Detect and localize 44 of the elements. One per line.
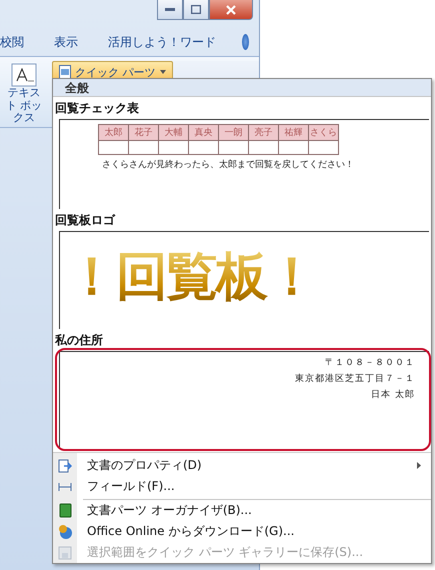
table-cell: 一朗 [218,124,248,140]
menu-item[interactable]: Office Online からダウンロード(G)... [53,521,431,542]
table-cell: 大輔 [158,124,188,140]
ribbon-tab[interactable]: 活用しよう！ワード [104,32,220,52]
gallery-section-title: 回覧チェック表 [54,100,140,117]
text-box-button[interactable]: テキスト ボックス [0,61,48,127]
building-block-preview[interactable]: 太郎 花子 大輔 真央 一朗 亮子 祐輝 さくら さくらさんが見終わったら、太郎まで回覧を戻してください！ [59,119,429,209]
address-line: 東京都港区芝五丁目７－１ [295,372,415,385]
text-box-icon [11,63,37,87]
caret-icon [160,70,166,74]
note-text: さくらさんが見終わったら、太郎まで回覧を戻してください！ [102,158,355,171]
minimize-button[interactable] [157,0,183,20]
ribbon-tab[interactable]: 校閲 [0,32,28,52]
ribbon-tab[interactable]: 表示 [50,32,82,52]
table-cell [158,140,188,154]
maximize-button[interactable] [183,0,209,20]
table-cell: さくら [308,124,338,140]
table-cell: 祐輝 [278,124,308,140]
document-arrow-icon [58,458,72,472]
field-icon [58,482,72,492]
table-cell [308,140,338,154]
table-cell: 亮子 [248,124,278,140]
menu-item[interactable]: 文書パーツ オーガナイザ(B)... [53,500,431,521]
close-icon [226,4,236,14]
table-cell: 花子 [128,124,158,140]
table-cell [98,140,128,154]
maximize-icon [191,5,201,14]
table-cell: 真央 [188,124,218,140]
table-cell [128,140,158,154]
address-line: 日本 太郎 [371,388,415,401]
gallery-section-title: 私の住所 [54,332,104,349]
table-cell: 太郎 [98,124,128,140]
minimize-icon [165,8,175,12]
building-block-preview[interactable]: 〒１０８－８００１ 東京都港区芝五丁目７－１ 日本 太郎 [59,351,429,447]
menu-item[interactable]: 文書のプロパティ(D) [53,455,431,476]
table-cell [248,140,278,154]
close-button[interactable] [209,0,253,20]
category-header: 全般 [53,79,431,97]
table-cell [188,140,218,154]
address-line: 〒１０８－８００１ [325,357,415,369]
gallery-save-icon [58,546,72,560]
table-cell [218,140,248,154]
gallery-section-title: 回覧板ロゴ [54,212,116,229]
table-cell [278,140,308,154]
